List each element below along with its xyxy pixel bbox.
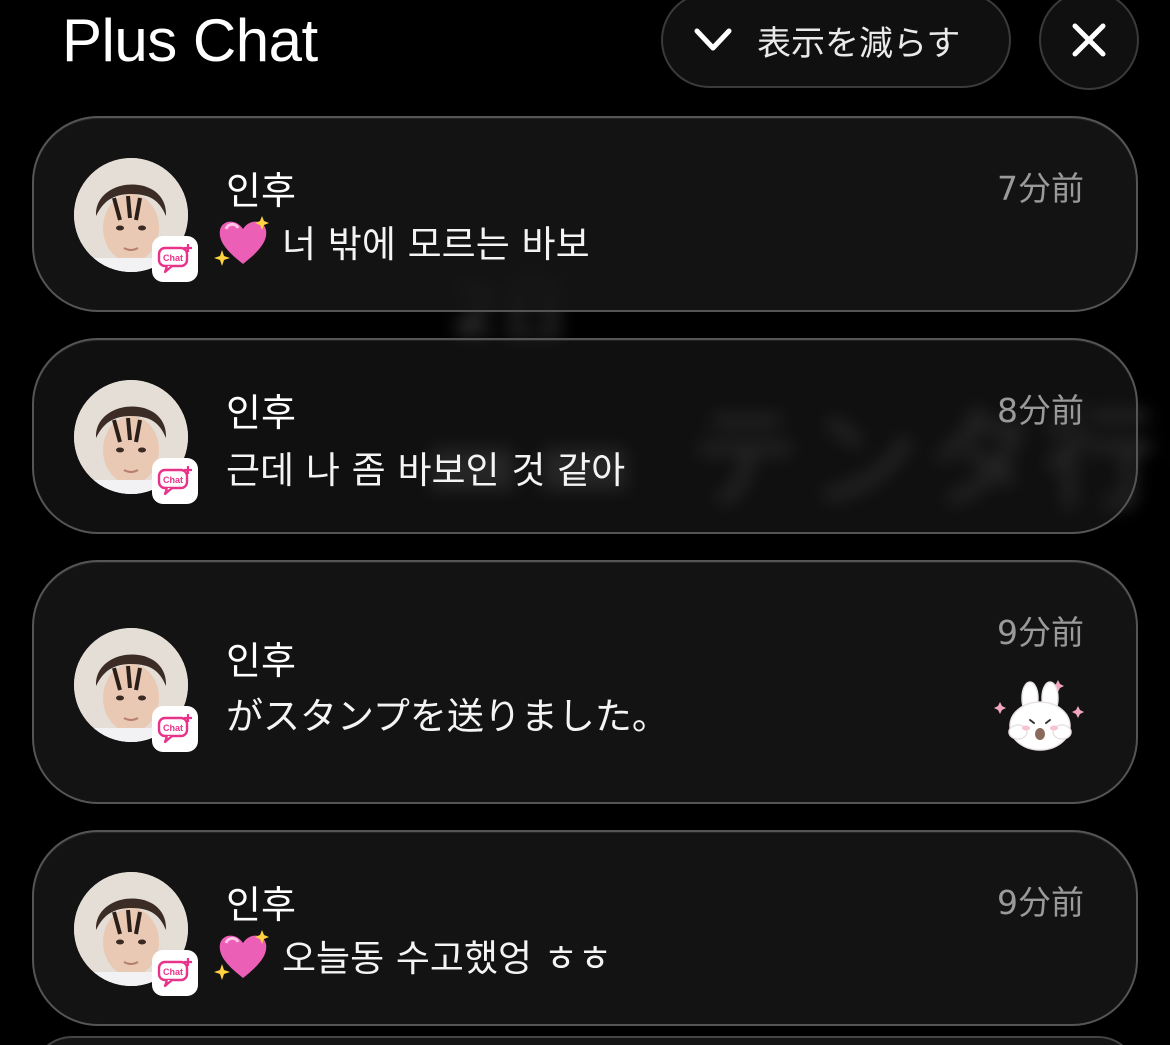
bunny-sticker-icon — [992, 674, 1088, 754]
close-icon — [1071, 22, 1107, 58]
badge-label: Chat — [163, 967, 183, 977]
message-body: 너 밖에 모르는 바보 — [282, 223, 590, 266]
message-text: がスタンプを送りました。 — [226, 686, 669, 740]
badge-label: Chat — [163, 475, 183, 485]
message-body: 근데 나 좀 바보인 것 같아 — [226, 449, 626, 492]
chevron-down-icon — [693, 20, 733, 60]
timestamp: 8分前 — [997, 391, 1084, 430]
badge-label: Chat — [163, 723, 183, 733]
sparkling-heart-icon — [214, 214, 272, 268]
next-notification-card-edge[interactable] — [32, 1036, 1138, 1045]
message-body: がスタンプを送りました。 — [226, 695, 669, 738]
sparkling-heart-icon — [214, 928, 272, 982]
header: Plus Chat 表示を減らす — [0, 0, 1170, 100]
timestamp: 9分前 — [997, 883, 1084, 922]
notification-stack-screen: 2日 ▬▬ テンタ行く Plus Chat 表示を減らす — [0, 0, 1170, 1045]
chat-app-badge: Chat — [152, 950, 198, 996]
chat-app-badge: Chat — [152, 458, 198, 504]
close-button[interactable] — [1039, 0, 1139, 90]
notification-card[interactable]: Chat 인후 오늘동 수고했엉 ㅎㅎ 9分前 — [32, 830, 1138, 1026]
timestamp: 9分前 — [997, 613, 1084, 652]
sender-name: 인후 — [226, 883, 296, 927]
message-body: 오늘동 수고했엉 ㅎㅎ — [282, 937, 612, 980]
chat-app-badge: Chat — [152, 706, 198, 752]
chat-app-badge: Chat — [152, 236, 198, 282]
app-title: Plus Chat — [62, 7, 318, 74]
show-less-label: 表示を減らす — [757, 23, 961, 64]
show-less-button[interactable]: 表示を減らす — [661, 0, 1011, 88]
sender-name: 인후 — [226, 391, 296, 435]
sender-name: 인후 — [226, 639, 296, 683]
sender-name: 인후 — [226, 169, 296, 213]
message-text: 근데 나 좀 바보인 것 같아 — [226, 440, 625, 494]
message-text: 오늘동 수고했엉 ㅎㅎ — [214, 928, 612, 982]
badge-label: Chat — [163, 253, 183, 263]
notification-card[interactable]: Chat 인후 がスタンプを送りました。 9分前 — [32, 560, 1138, 804]
notification-card[interactable]: Chat 인후 근데 나 좀 바보인 것 같아 8分前 — [32, 338, 1138, 534]
message-text: 너 밖에 모르는 바보 — [214, 214, 590, 268]
timestamp: 7分前 — [997, 169, 1084, 208]
notification-card[interactable]: Chat 인후 너 밖에 모르는 바보 7分前 — [32, 116, 1138, 312]
